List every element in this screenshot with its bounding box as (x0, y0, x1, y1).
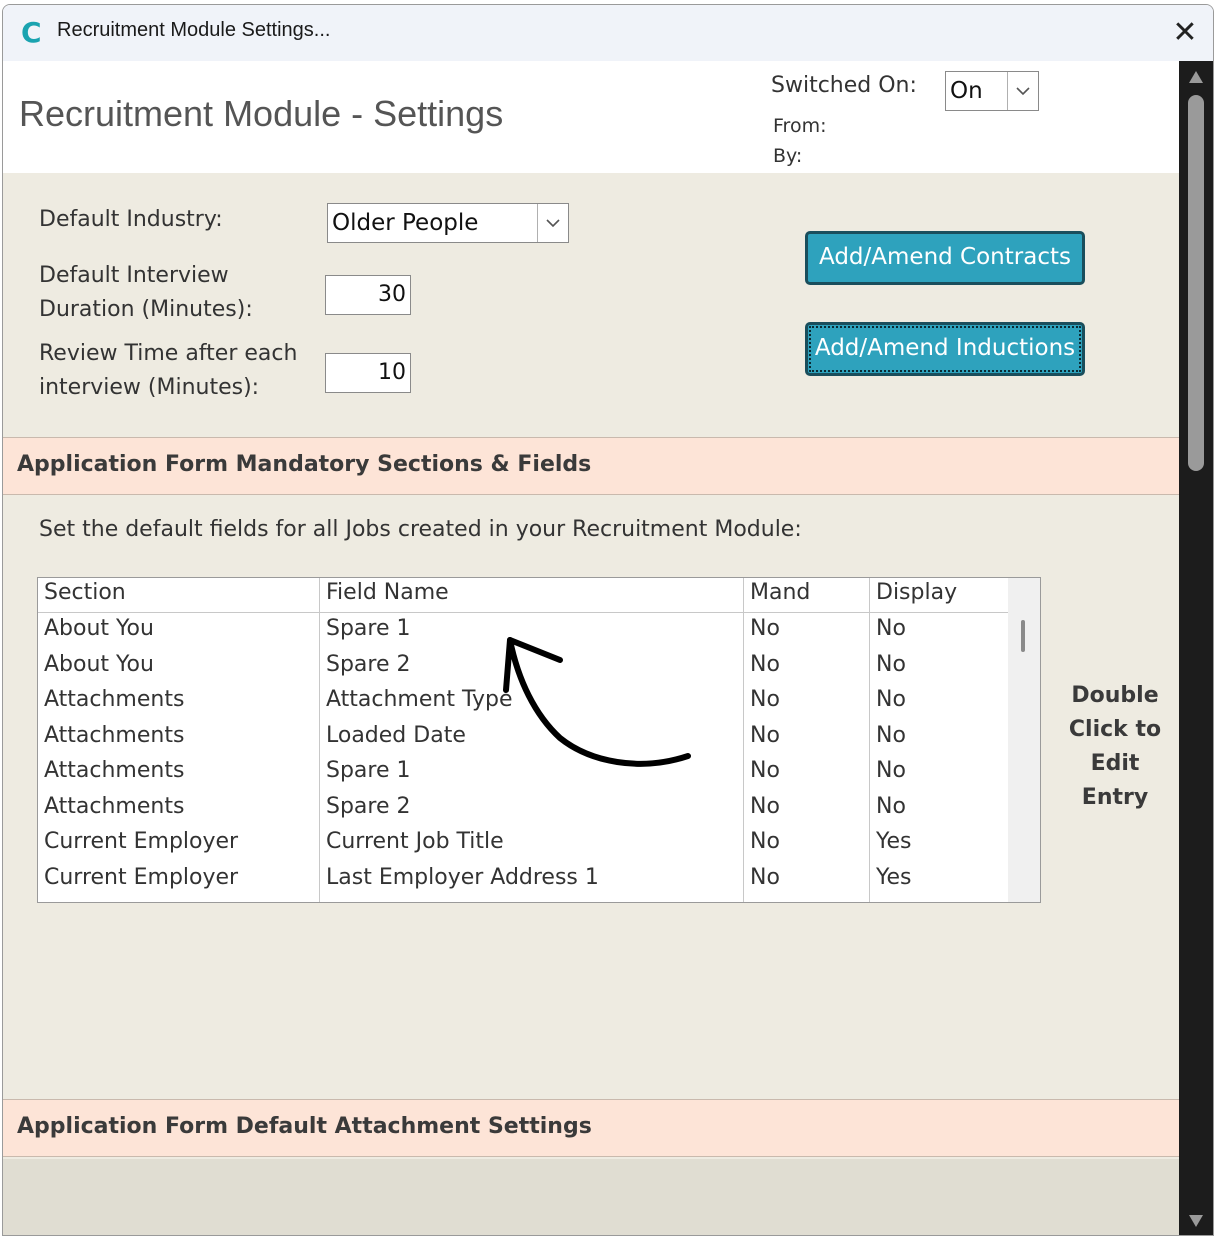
cell-display: Yes (876, 864, 912, 890)
page-title: Recruitment Module - Settings (19, 93, 504, 134)
switched-on-label: Switched On: (771, 73, 917, 98)
cell-mand: No (750, 829, 780, 854)
column-header-display[interactable]: Display (876, 580, 957, 605)
chevron-down-icon[interactable] (1007, 72, 1038, 110)
attachment-section-title: Application Form Default Attachment Sett… (17, 1114, 592, 1139)
cell-field-name: Last Employer Address 1 (326, 864, 599, 890)
interview-duration-label-line1: Default Interview (39, 263, 229, 288)
cell-section: Attachments (44, 687, 185, 712)
cell-display: No (876, 687, 906, 712)
table-header: Section Field Name Mand Display (38, 578, 1008, 613)
table-row[interactable]: Attachments Attachment Type No No (38, 687, 1008, 721)
table-row[interactable]: About You Spare 2 No No (38, 652, 1008, 686)
cell-field-name: Spare 1 (326, 758, 411, 783)
table-row[interactable]: Attachments Loaded Date No No (38, 723, 1008, 757)
table-row[interactable]: Current Employer Last Employer Address 1 N… (38, 865, 1008, 899)
add-amend-inductions-button[interactable]: Add/Amend Inductions (805, 322, 1085, 376)
cell-display: No (876, 651, 906, 677)
form-scrollbar[interactable] (1179, 61, 1213, 1235)
hint-line: Edit Entry (1081, 751, 1149, 810)
cell-section: About You (44, 651, 154, 677)
mandatory-section-title: Application Form Mandatory Sections & Fi… (17, 452, 592, 477)
cell-mand: No (750, 758, 780, 783)
switched-on-select[interactable]: On (945, 71, 1039, 111)
table-row[interactable]: Attachments Spare 1 No No (38, 758, 1008, 792)
review-time-label-line1: Review Time after each (39, 341, 298, 366)
hint-line: Click to (1068, 717, 1162, 742)
cell-display: No (876, 722, 906, 748)
cell-section: Current Employer (44, 829, 239, 854)
cell-section: Attachments (44, 793, 185, 819)
table-scroll-thumb[interactable] (1021, 620, 1025, 652)
switched-on-value: On (950, 78, 983, 104)
cell-mand: No (750, 864, 780, 890)
add-amend-contracts-button[interactable]: Add/Amend Contracts (805, 231, 1085, 285)
cell-field-name: Attachment Type (326, 687, 513, 712)
column-header-mand[interactable]: Mand (750, 580, 810, 605)
default-industry-label: Default Industry: (39, 207, 223, 232)
interview-duration-input[interactable]: 30 (325, 275, 411, 315)
attachment-section-header: Application Form Default Attachment Sett… (3, 1099, 1179, 1157)
settings-window: C Recruitment Module Settings... ✕ Recru… (2, 4, 1214, 1236)
attachment-section-body (3, 1159, 1179, 1235)
review-time-input[interactable]: 10 (325, 353, 411, 393)
cell-field-name: Loaded Date (326, 722, 466, 748)
form-header: Recruitment Module - Settings Switched O… (3, 61, 1179, 173)
hint-line: Double (1071, 683, 1159, 708)
cell-display: Yes (876, 829, 912, 854)
app-logo-icon: C (21, 16, 42, 49)
default-industry-value: Older People (332, 210, 479, 236)
column-header-field-name[interactable]: Field Name (326, 580, 449, 605)
table-scrollbar[interactable] (1008, 578, 1040, 902)
form-content: Recruitment Module - Settings Switched O… (3, 61, 1179, 1235)
window-title: Recruitment Module Settings... (57, 19, 331, 41)
cell-mand: No (750, 722, 780, 748)
default-industry-select[interactable]: Older People (327, 203, 569, 243)
cell-field-name: Spare 1 (326, 616, 411, 641)
mandatory-fields-table[interactable]: Section Field Name Mand Display About Yo… (37, 577, 1041, 903)
form-scroll-thumb[interactable] (1188, 95, 1204, 471)
cell-display: No (876, 616, 906, 641)
cell-mand: No (750, 651, 780, 677)
cell-section: Attachments (44, 758, 185, 783)
cell-field-name: Current Job Title (326, 829, 504, 854)
cell-section: About You (44, 616, 154, 641)
double-click-hint: Double Click to Edit Entry (1055, 679, 1175, 815)
table-row[interactable]: Current Employer Current Job Title No Yes (38, 829, 1008, 863)
from-label: From: (773, 115, 827, 137)
cell-section: Attachments (44, 722, 185, 748)
mandatory-section-description: Set the default fields for all Jobs crea… (39, 517, 802, 542)
cell-mand: No (750, 687, 780, 712)
scroll-down-icon[interactable] (1188, 1213, 1204, 1227)
interview-duration-label-line2: Duration (Minutes): (39, 297, 253, 322)
chevron-down-icon[interactable] (537, 204, 568, 242)
table-row[interactable]: Attachments Spare 2 No No (38, 794, 1008, 828)
cell-display: No (876, 758, 906, 783)
review-time-label-line2: interview (Minutes): (39, 375, 260, 400)
column-header-section[interactable]: Section (44, 580, 126, 605)
cell-mand: No (750, 616, 780, 641)
table-row[interactable]: About You Spare 1 No No (38, 616, 1008, 650)
mandatory-section-header: Application Form Mandatory Sections & Fi… (3, 437, 1179, 495)
title-bar[interactable]: C Recruitment Module Settings... ✕ (3, 5, 1213, 61)
cell-section: Current Employer (44, 864, 239, 890)
close-icon[interactable]: ✕ (1165, 13, 1205, 53)
cell-field-name: Spare 2 (326, 651, 411, 677)
by-label: By: (773, 145, 803, 167)
scroll-up-icon[interactable] (1188, 69, 1204, 83)
cell-mand: No (750, 793, 780, 819)
cell-field-name: Spare 2 (326, 793, 411, 819)
cell-display: No (876, 793, 906, 819)
